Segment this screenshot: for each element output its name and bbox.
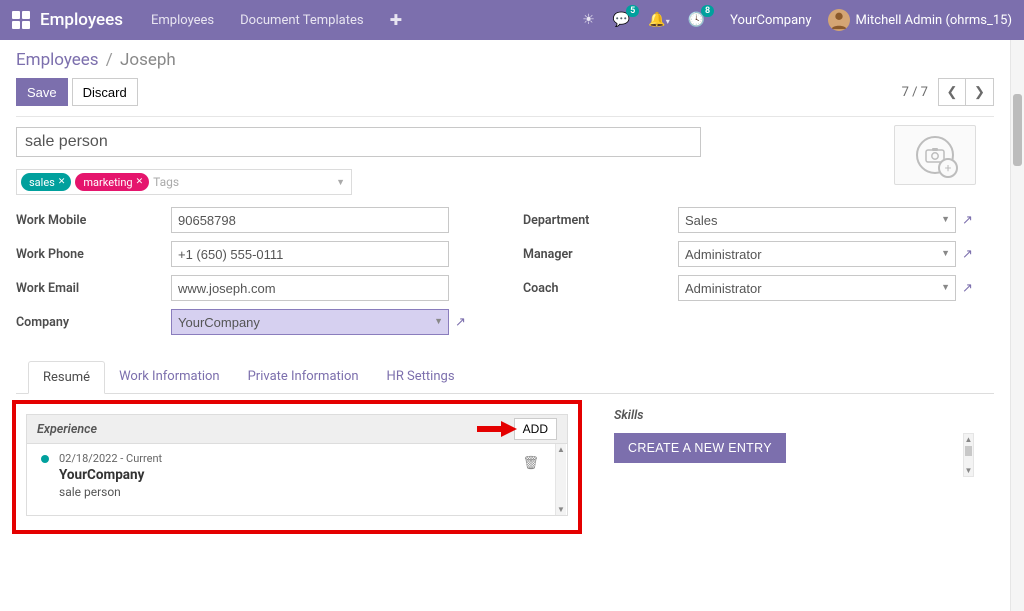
label-work-email: Work Email: [16, 281, 171, 296]
nav-add-icon[interactable]: ✚: [390, 11, 403, 29]
trash-icon[interactable]: 🗑: [522, 456, 539, 471]
breadcrumb-current: Joseph: [120, 50, 176, 70]
tags-placeholder: Tags: [153, 175, 179, 189]
breadcrumb-sep: /: [106, 50, 113, 70]
page-scrollbar[interactable]: [1010, 40, 1024, 611]
coach-select[interactable]: [678, 275, 956, 301]
experience-header: Experience ADD: [26, 414, 568, 444]
arrow-annotation-icon: [475, 419, 517, 439]
label-company: Company: [16, 315, 171, 330]
messages-badge: 5: [626, 5, 639, 17]
add-experience-button[interactable]: ADD: [514, 418, 557, 440]
label-work-phone: Work Phone: [16, 247, 171, 262]
tab-hr-settings[interactable]: HR Settings: [373, 361, 469, 393]
activities-icon[interactable]: 🕓8: [688, 12, 705, 28]
tag-marketing: marketing✕: [75, 173, 149, 191]
entry-dates: 02/18/2022 - Current: [59, 452, 557, 465]
tabs: Resumé Work Information Private Informat…: [16, 361, 994, 394]
label-coach: Coach: [523, 281, 678, 296]
activities-badge: 8: [701, 5, 714, 17]
tab-resume[interactable]: Resumé: [28, 361, 105, 394]
experience-title: Experience: [37, 422, 97, 437]
skills-title: Skills: [614, 408, 974, 423]
employee-photo-upload[interactable]: [894, 125, 976, 185]
messages-icon[interactable]: 💬5: [613, 12, 630, 28]
notifications-icon[interactable]: 🔔▾: [648, 12, 669, 28]
tab-private-information[interactable]: Private Information: [234, 361, 373, 393]
discard-button[interactable]: Discard: [72, 78, 138, 106]
pager: 7 / 7 ❮ ❯: [902, 78, 994, 106]
label-manager: Manager: [523, 247, 678, 262]
label-work-mobile: Work Mobile: [16, 213, 171, 228]
experience-entry: 02/18/2022 - Current YourCompany sale pe…: [41, 452, 557, 499]
tag-sales: sales✕: [21, 173, 71, 191]
caret-down-icon: ▼: [336, 177, 345, 188]
apps-icon[interactable]: [12, 11, 30, 29]
external-link-icon[interactable]: ↗: [962, 281, 973, 296]
entry-org: YourCompany: [59, 467, 557, 483]
user-menu[interactable]: Mitchell Admin (ohrms_15): [828, 9, 1013, 31]
label-department: Department: [523, 213, 678, 228]
breadcrumb-root[interactable]: Employees: [16, 50, 99, 70]
tab-work-information[interactable]: Work Information: [105, 361, 234, 393]
topbar: Employees Employees Document Templates ✚…: [0, 0, 1024, 40]
debug-icon[interactable]: ☀: [582, 12, 595, 28]
breadcrumb: Employees / Joseph: [16, 50, 994, 70]
app-brand[interactable]: Employees: [40, 10, 123, 30]
pager-count: 7 / 7: [902, 85, 928, 100]
manager-select[interactable]: [678, 241, 956, 267]
camera-icon: [916, 136, 954, 174]
external-link-icon[interactable]: ↗: [962, 213, 973, 228]
action-bar: Save Discard 7 / 7 ❮ ❯: [16, 78, 994, 106]
pager-next-icon[interactable]: ❯: [966, 78, 994, 106]
tag-remove-icon[interactable]: ✕: [136, 177, 144, 187]
work-mobile-input[interactable]: [171, 207, 449, 233]
experience-list: 02/18/2022 - Current YourCompany sale pe…: [26, 444, 568, 516]
avatar: [828, 9, 850, 31]
external-link-icon[interactable]: ↗: [962, 247, 973, 262]
tags-input[interactable]: sales✕ marketing✕ Tags ▼: [16, 169, 352, 195]
experience-highlight: Experience ADD 02/18/2022 - Current Your…: [12, 400, 582, 534]
department-select[interactable]: [678, 207, 956, 233]
save-button[interactable]: Save: [16, 78, 68, 106]
company-select[interactable]: [171, 309, 449, 335]
work-phone-input[interactable]: [171, 241, 449, 267]
skills-section: Skills CREATE A NEW ENTRY ▲▼: [614, 408, 974, 477]
create-skill-entry-button[interactable]: CREATE A NEW ENTRY: [614, 433, 786, 463]
nav-document-templates[interactable]: Document Templates: [240, 13, 363, 28]
skills-scrollbar[interactable]: ▲▼: [963, 433, 974, 477]
company-switcher[interactable]: YourCompany: [730, 13, 811, 28]
work-email-input[interactable]: [171, 275, 449, 301]
user-name: Mitchell Admin (ohrms_15): [856, 13, 1013, 28]
pager-prev-icon[interactable]: ❮: [938, 78, 966, 106]
job-title-input[interactable]: [16, 127, 701, 157]
entry-role: sale person: [59, 485, 557, 499]
timeline-dot-icon: [41, 455, 49, 463]
nav-employees[interactable]: Employees: [151, 13, 214, 28]
external-link-icon[interactable]: ↗: [455, 315, 466, 330]
experience-scrollbar[interactable]: ▲▼: [555, 444, 566, 515]
tag-remove-icon[interactable]: ✕: [58, 177, 66, 187]
